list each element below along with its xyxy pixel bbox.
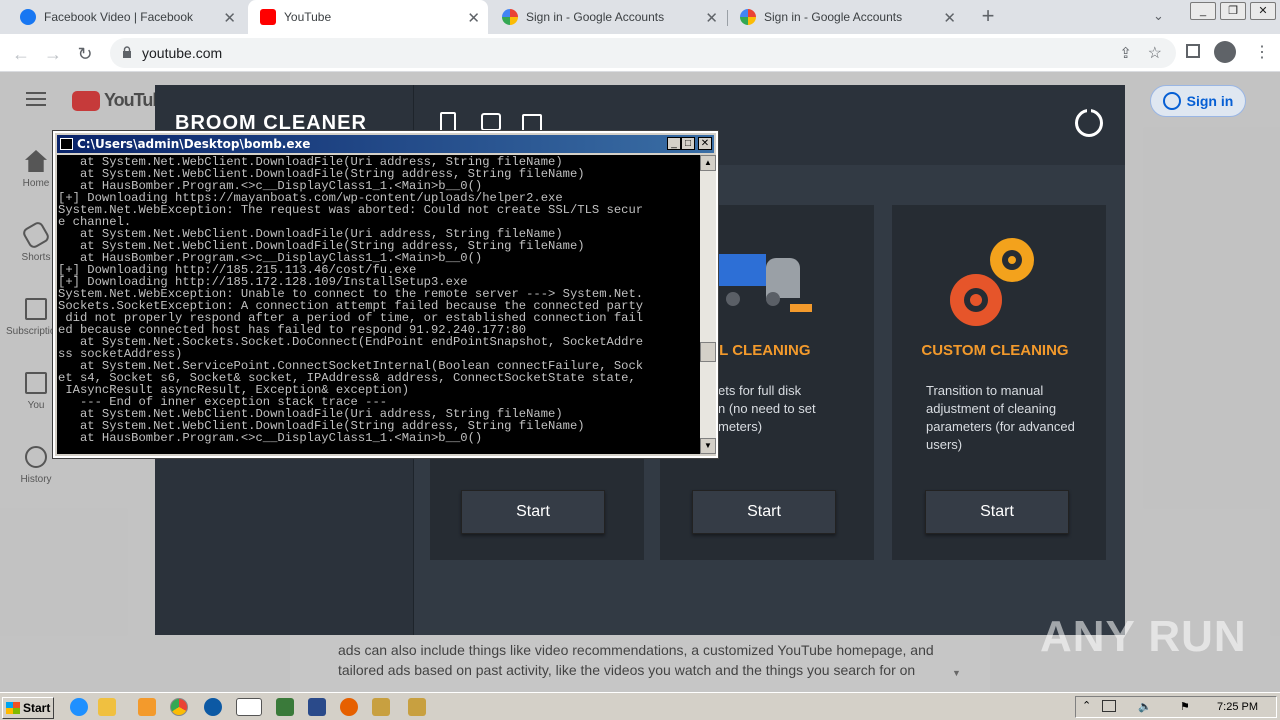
broom-task-icon[interactable] bbox=[408, 698, 426, 716]
reload-icon[interactable]: ↻ bbox=[74, 43, 96, 65]
card-description: Transition to manual adjustment of clean… bbox=[926, 383, 1075, 452]
close-window-button[interactable]: ✕ bbox=[1250, 2, 1276, 20]
google-icon bbox=[740, 9, 756, 25]
start-button[interactable]: Start bbox=[461, 490, 605, 534]
console-line: System.Net.WebException: The request was… bbox=[58, 203, 644, 217]
info-icon[interactable] bbox=[522, 114, 542, 132]
tab-google-signin-1[interactable]: Sign in - Google Accounts ✕ bbox=[490, 0, 726, 34]
back-icon[interactable]: ← bbox=[10, 43, 32, 65]
broom-brush-icon bbox=[790, 304, 812, 312]
card-title: CUSTOM CLEANING bbox=[921, 342, 1069, 359]
folder-icon[interactable] bbox=[98, 698, 116, 716]
tab-title: Facebook Video | Facebook bbox=[44, 10, 193, 24]
system-tray: ⌃ 🔈 ⚑ 7:25 PM bbox=[1075, 696, 1277, 718]
task-icon[interactable] bbox=[308, 698, 326, 716]
close-icon[interactable]: ✕ bbox=[705, 9, 718, 27]
scroll-thumb[interactable] bbox=[700, 342, 716, 362]
console-title-bar[interactable]: C:\Users\admin\Desktop\bomb.exe _ □ ✕ bbox=[57, 135, 714, 153]
tab-title: Sign in - Google Accounts bbox=[764, 10, 903, 24]
taskbar: Start ⌃ 🔈 ⚑ 7:25 PM bbox=[0, 692, 1280, 720]
close-icon[interactable]: ✕ bbox=[943, 9, 956, 27]
star-icon[interactable]: ☆ bbox=[1148, 43, 1162, 63]
sign-in-label: Sign in bbox=[1186, 93, 1234, 109]
toolbox-icon[interactable] bbox=[481, 113, 501, 131]
clock: 7:25 PM bbox=[1217, 701, 1258, 713]
tab-facebook[interactable]: Facebook Video | Facebook ✕ bbox=[8, 0, 244, 34]
browser-toolbar: ← → ↻ youtube.com ⇪ ☆ ⋮ bbox=[0, 34, 1280, 72]
console-line: at HausBomber.Program.<>c__DisplayClass1… bbox=[58, 431, 483, 445]
console-icon bbox=[60, 138, 73, 150]
windows-logo-icon bbox=[6, 702, 20, 714]
flag-icon[interactable]: ⚑ bbox=[1180, 700, 1190, 713]
scroll-up-icon[interactable]: ▲ bbox=[700, 155, 716, 171]
task-icon[interactable] bbox=[276, 698, 294, 716]
tab-search-icon[interactable]: ⌄ bbox=[1153, 8, 1164, 24]
truck-icon bbox=[718, 254, 766, 286]
network-icon[interactable] bbox=[1102, 700, 1116, 712]
console-window: C:\Users\admin\Desktop\bomb.exe _ □ ✕ at… bbox=[52, 130, 719, 459]
tab-title: YouTube bbox=[284, 10, 332, 24]
console-lines: at System.Net.WebClient.DownloadFile(Uri… bbox=[57, 155, 700, 444]
youtube-icon bbox=[260, 9, 276, 25]
broom-task-icon[interactable] bbox=[372, 698, 390, 716]
profile-icon[interactable] bbox=[1214, 41, 1236, 63]
account-icon bbox=[1162, 92, 1181, 110]
minimize-button[interactable]: _ bbox=[1190, 2, 1216, 20]
console-title: C:\Users\admin\Desktop\bomb.exe bbox=[77, 137, 311, 151]
ie-icon[interactable] bbox=[70, 698, 88, 716]
tray-arrow-icon[interactable]: ⌃ bbox=[1082, 699, 1091, 712]
console-output: at System.Net.WebClient.DownloadFile(Uri… bbox=[57, 155, 700, 454]
sidepanel-icon[interactable] bbox=[1186, 44, 1200, 58]
firefox-icon[interactable] bbox=[340, 698, 358, 716]
console-task-icon[interactable] bbox=[236, 698, 262, 716]
truck-wheel bbox=[766, 292, 780, 306]
new-tab-button[interactable]: + bbox=[976, 4, 1000, 28]
report-icon[interactable] bbox=[440, 112, 456, 132]
console-scrollbar[interactable]: ▲ ▼ bbox=[700, 155, 716, 454]
volume-icon[interactable]: 🔈 bbox=[1138, 700, 1152, 713]
forward-icon[interactable]: → bbox=[42, 43, 64, 65]
scroll-down-icon[interactable]: ▼ bbox=[700, 438, 716, 454]
window-controls: _ ❐ ✕ bbox=[1190, 0, 1280, 26]
gear-icon bbox=[990, 238, 1034, 282]
start-label: Start bbox=[23, 701, 51, 715]
tab-google-signin-2[interactable]: Sign in - Google Accounts ✕ bbox=[728, 0, 964, 34]
menu-dots-icon[interactable]: ⋮ bbox=[1254, 42, 1270, 62]
console-minimize-button[interactable]: _ bbox=[667, 137, 681, 150]
url-text: youtube.com bbox=[142, 45, 223, 61]
tab-strip: Facebook Video | Facebook ✕ YouTube ✕ Si… bbox=[0, 0, 1280, 34]
chrome-icon[interactable] bbox=[170, 698, 188, 716]
facebook-icon bbox=[20, 9, 36, 25]
edge-icon[interactable] bbox=[204, 698, 222, 716]
console-close-button[interactable]: ✕ bbox=[698, 137, 712, 150]
lock-icon bbox=[123, 46, 131, 58]
restore-button[interactable]: ❐ bbox=[1220, 2, 1246, 20]
share-icon[interactable]: ⇪ bbox=[1119, 44, 1132, 62]
google-icon bbox=[502, 9, 518, 25]
start-button[interactable]: Start bbox=[925, 490, 1069, 534]
power-icon[interactable] bbox=[1075, 106, 1103, 137]
card-description: ets for full disk n (no need to set meters… bbox=[718, 383, 816, 434]
start-button[interactable]: Start bbox=[692, 490, 836, 534]
watermark: ANY RUN bbox=[1040, 612, 1247, 661]
tab-title: Sign in - Google Accounts bbox=[526, 10, 665, 24]
media-player-icon[interactable] bbox=[138, 698, 156, 716]
truck-wheel bbox=[726, 292, 740, 306]
address-bar[interactable]: youtube.com ⇪ ☆ bbox=[110, 38, 1176, 68]
tab-youtube[interactable]: YouTube ✕ bbox=[248, 0, 488, 34]
start-menu-button[interactable]: Start bbox=[2, 697, 54, 719]
sign-in-button[interactable]: Sign in bbox=[1150, 85, 1246, 117]
close-icon[interactable]: ✕ bbox=[467, 9, 480, 27]
gear-icon bbox=[950, 274, 1002, 326]
console-maximize-button[interactable]: □ bbox=[681, 137, 695, 150]
close-icon[interactable]: ✕ bbox=[223, 9, 236, 27]
